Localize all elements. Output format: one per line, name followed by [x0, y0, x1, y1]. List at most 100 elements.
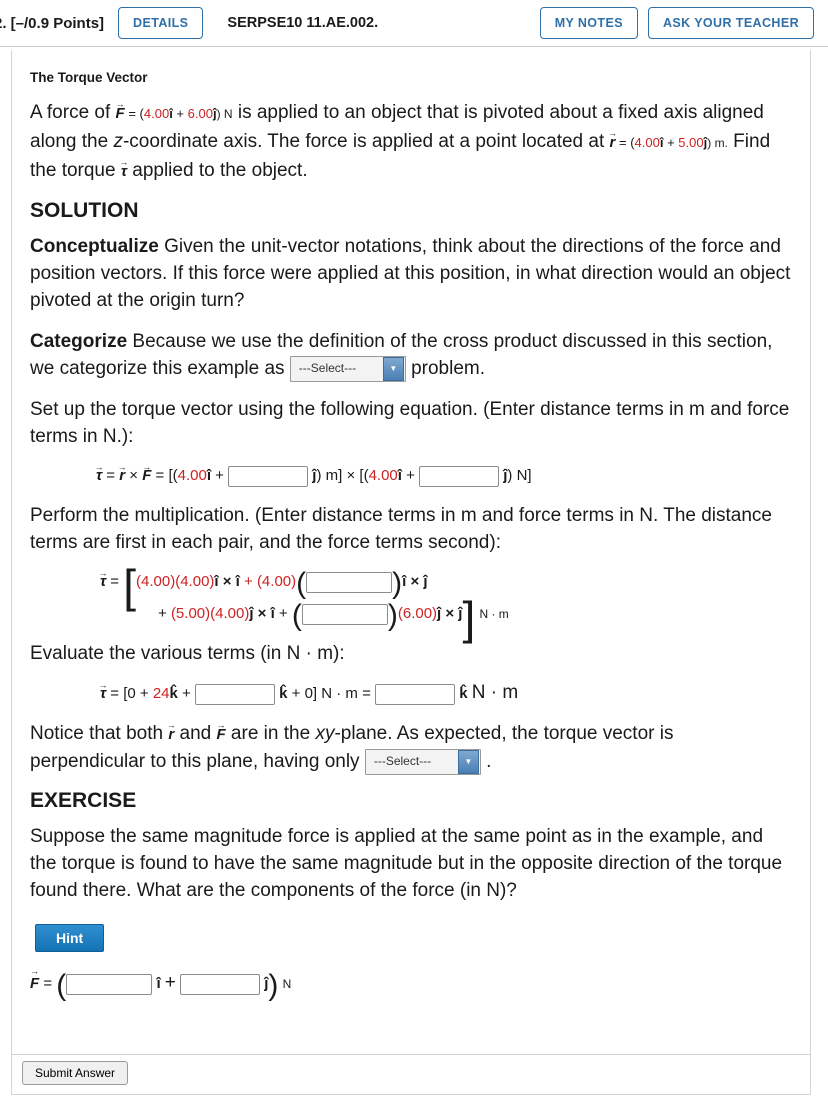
eq2-units: N · m: [479, 607, 509, 621]
categorize-select[interactable]: ---Select--- ▼: [289, 355, 406, 382]
xy-plane-label: xy: [315, 723, 335, 744]
submit-bar: Submit Answer: [11, 1055, 811, 1095]
eq3-units: N · m: [471, 682, 519, 703]
equation-evaluate: τ = [0 + 24k̂ + k̂ + 0] N · m = k̂ N · m: [30, 681, 792, 706]
j-cross-i-icon: ĵ × î: [249, 605, 275, 622]
final-equals: =: [39, 975, 57, 992]
notice-text-b: and: [174, 723, 217, 744]
section-title: The Torque Vector: [30, 70, 148, 85]
torque-vector-symbol: τ: [100, 570, 106, 594]
categorize-paragraph: Categorize Because we use the definition…: [30, 328, 792, 382]
eq1-equals: =: [102, 467, 120, 484]
right-paren-icon: ): [268, 969, 279, 1002]
eq3-input2[interactable]: [375, 683, 456, 705]
i-cross-i-icon: î × î: [214, 573, 240, 590]
eq3-value-24: 24: [152, 685, 170, 702]
position-vector-symbol: r: [119, 464, 125, 488]
chevron-down-icon: ▼: [457, 749, 479, 774]
eq2-term3-a: (5.00): [170, 605, 211, 622]
eq2-input2[interactable]: [301, 603, 388, 625]
eq1-open2: [(: [355, 467, 369, 484]
torque-vector-symbol: τ: [121, 158, 127, 185]
force-y-input[interactable]: [180, 973, 261, 995]
left-paren-icon: (: [296, 567, 307, 600]
position-vector-symbol: r: [168, 721, 174, 748]
force-x-value: 4.00: [143, 106, 170, 121]
eq1-rx-value: 4.00: [177, 467, 207, 484]
multiply-instruction: Perform the multiplication. (Enter dista…: [30, 505, 773, 553]
eq2-term4-b: (6.00): [397, 605, 438, 622]
submit-answer-button[interactable]: Submit Answer: [22, 1061, 129, 1085]
exercise-id-label: SERPSE10 11.AE.002.: [227, 15, 379, 31]
eq1-close2: ) N]: [507, 467, 532, 484]
force-units: ) N: [216, 107, 233, 121]
component-select[interactable]: ---Select--- ▼: [364, 748, 481, 775]
force-y-value: 6.00: [187, 106, 213, 121]
final-plus: +: [164, 972, 176, 993]
ask-your-teacher-button[interactable]: ASK YOUR TEACHER: [647, 7, 814, 39]
eq2-term1-a: (4.00): [136, 573, 176, 590]
position-vector-symbol: r: [610, 129, 616, 156]
force-eq: = (: [124, 106, 144, 121]
i-cross-j-icon: î × ĵ: [402, 573, 428, 590]
k-hat-icon: k̂: [459, 685, 468, 702]
my-notes-button[interactable]: MY NOTES: [539, 7, 638, 39]
left-paren-icon: (: [56, 969, 67, 1002]
final-units: N: [282, 977, 292, 991]
conceptualize-paragraph: Conceptualize Given the unit-vector nota…: [30, 233, 792, 314]
eq2-input1[interactable]: [306, 571, 393, 593]
eq2-equals: =: [106, 573, 124, 590]
categorize-label: Categorize: [30, 331, 128, 352]
eq1-ry-input[interactable]: [228, 465, 309, 487]
k-hat-icon: k̂: [279, 685, 288, 702]
right-paren-icon: ): [392, 567, 403, 600]
chevron-down-icon: ▼: [382, 356, 404, 381]
details-button[interactable]: DETAILS: [118, 7, 204, 39]
position-eq: = (: [615, 135, 635, 150]
position-plus: +: [663, 135, 679, 150]
force-x-input[interactable]: [66, 973, 153, 995]
eq3-equals: = [0 +: [106, 685, 153, 702]
equation-setup: τ = r × F = [(4.00î + ĵ) m] × [(4.00î + …: [30, 464, 792, 488]
cross-product-icon: ×: [129, 467, 139, 484]
exercise-header-bar: 2. [–/0.9 Points] DETAILS SERPSE10 11.AE…: [0, 0, 828, 47]
position-x-value: 4.00: [634, 135, 660, 150]
notice-text-c: are in the: [225, 723, 316, 744]
categorize-select-value: ---Select---: [298, 361, 357, 376]
component-select-value: ---Select---: [373, 754, 432, 769]
points-label: 2. [–/0.9 Points]: [0, 14, 105, 32]
torque-vector-symbol: τ: [100, 682, 106, 706]
eq1-plus1: +: [211, 467, 229, 484]
force-vector-symbol: F: [142, 464, 151, 488]
force-plus: +: [172, 106, 188, 121]
conceptualize-label: Conceptualize: [30, 236, 159, 257]
problem-text-5: applied to the object.: [126, 160, 308, 181]
eq1-fy-input[interactable]: [419, 465, 500, 487]
problem-text-1: A force of: [30, 102, 116, 123]
setup-instruction: Set up the torque vector using the follo…: [30, 399, 790, 447]
eq1-fx-value: 4.00: [368, 467, 398, 484]
solution-heading: SOLUTION: [30, 199, 139, 222]
eq3-zero-term: + 0] N · m =: [287, 685, 376, 702]
torque-vector-symbol: τ: [96, 464, 102, 488]
problem-text-3: -coordinate axis. The force is applied a…: [122, 131, 610, 152]
cross-product-icon: ×: [346, 467, 356, 484]
notice-text-a: Notice that both: [30, 723, 169, 744]
eq2-term4-plus: +: [274, 605, 292, 622]
notice-text-e: .: [480, 751, 492, 772]
eq1-close1: ) m]: [316, 467, 347, 484]
j-cross-j-icon: ĵ × ĵ: [437, 605, 463, 622]
right-paren-icon: ): [387, 599, 398, 632]
force-vector-symbol: F: [216, 721, 225, 748]
eq3-input1[interactable]: [194, 683, 275, 705]
categorize-text-b: problem.: [405, 358, 485, 379]
eq2-term1-b: (4.00): [175, 573, 215, 590]
position-y-value: 5.00: [678, 135, 704, 150]
left-bracket-icon: [: [123, 560, 137, 612]
header-actions: MY NOTES ASK YOUR TEACHER: [539, 7, 814, 39]
force-vector-symbol: F: [116, 100, 125, 127]
eq1-equals2: = [(: [151, 467, 178, 484]
k-hat-icon: k̂: [169, 685, 178, 702]
exercise-content: The Torque Vector A force of F = (4.00î …: [11, 50, 811, 1055]
hint-button[interactable]: Hint: [35, 924, 105, 952]
